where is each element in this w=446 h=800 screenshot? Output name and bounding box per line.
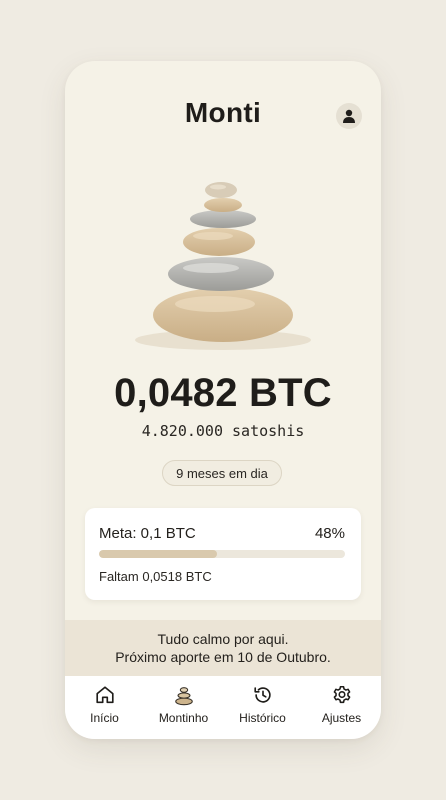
status-message-line1: Tudo calmo por aqui.: [157, 631, 289, 647]
stones-icon: [174, 687, 193, 706]
stacked-stones-illustration: [135, 182, 311, 350]
tab-label: Início: [90, 711, 119, 725]
goal-remaining: Faltam 0,0518 BTC: [99, 569, 212, 584]
goal-label: Meta: 0,1 BTC: [99, 525, 196, 542]
status-message-line2: Próximo aporte em 10 de Outubro.: [115, 649, 331, 665]
tab-montinho[interactable]: Montinho: [144, 676, 223, 739]
gear-icon: [333, 685, 350, 704]
btc-balance: 0,0482 BTC: [114, 371, 332, 415]
goal-progress-fill: [99, 550, 218, 558]
user-icon: [343, 109, 355, 123]
tab-label: Ajustes: [321, 711, 362, 725]
tab-label: Montinho: [158, 711, 209, 725]
goal-percent: 48%: [314, 525, 345, 542]
tab-historico[interactable]: Histórico: [223, 676, 302, 739]
goal-card[interactable]: Meta: 0,1 BTC 48% Faltam 0,0518 BTC: [85, 508, 361, 600]
profile-button[interactable]: [336, 103, 362, 129]
tab-label: Histórico: [239, 711, 286, 725]
satoshi-balance: 4.820.000 satoshis: [141, 422, 305, 440]
goal-progress-bar: [99, 550, 345, 558]
app-title: Monti: [184, 97, 262, 128]
history-icon: [253, 687, 271, 703]
app-screen: Monti 0,0482 BTC 4.820.000 satoshis 9 me…: [65, 61, 381, 739]
streak-badge: 9 meses em dia: [162, 460, 282, 486]
tab-inicio[interactable]: Início: [65, 676, 144, 739]
tab-bar: Início Montinho Histórico Ajustes: [65, 676, 381, 739]
tab-ajustes[interactable]: Ajustes: [302, 676, 381, 739]
home-icon: [95, 686, 114, 704]
status-message: Tudo calmo por aqui. Próximo aporte em 1…: [65, 620, 381, 676]
